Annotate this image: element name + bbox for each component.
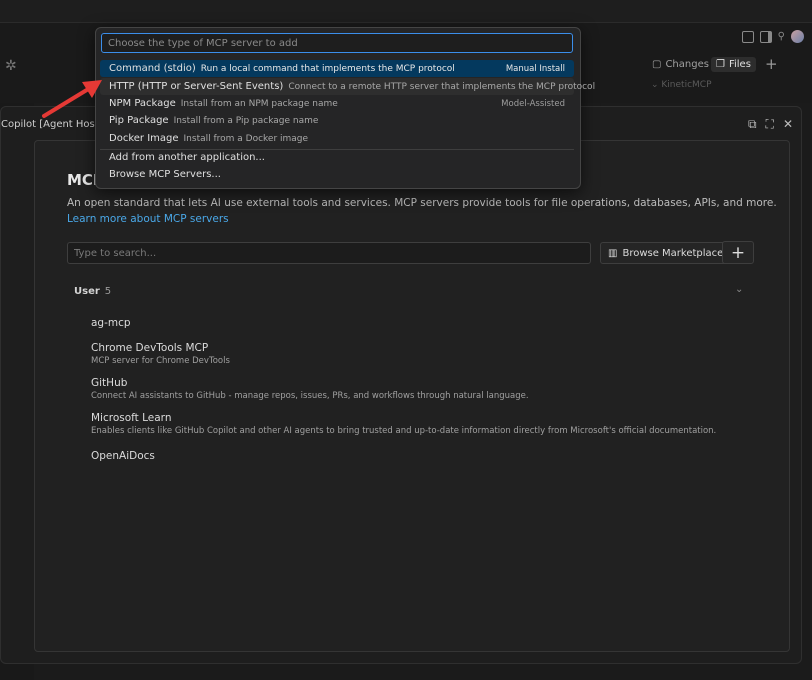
sidebar-icon[interactable] [759,30,772,43]
learn-more-link[interactable]: Learn more about MCP servers [67,213,229,225]
server-name: OpenAiDocs [91,450,155,462]
arrow-annotation [42,80,102,118]
right-panel-tabs: ▢ Changes ❐ Files + ⌄ KineticMCP [643,55,812,100]
mcp-servers-view: MCP An open standard that lets AI use ex… [34,140,790,652]
server-name: ag-mcp [91,317,131,329]
server-name: GitHub [91,377,128,389]
mcp-description: An open standard that lets AI use extern… [67,197,777,209]
mcp-type-quick-pick: Command (stdio) Run a local command that… [95,27,595,189]
option-desc: Install from an NPM package name [180,98,338,109]
option-add-from-application[interactable]: Add from another application... [100,149,574,166]
open-in-window-icon[interactable]: ⧉ [748,117,757,132]
files-icon: ❐ [716,59,725,70]
option-label: Docker Image [109,133,179,144]
option-command-stdio[interactable]: Command (stdio) Run a local command that… [100,60,574,77]
server-name: Chrome DevTools MCP [91,342,209,354]
option-label: Command (stdio) [109,63,196,74]
editor-panel: Copilot [Agent Host] ⧉ ⛶ ✕ MCP An open s… [0,106,802,664]
editor-window-actions: ⧉ ⛶ ✕ [748,117,793,132]
tab-files-label: Files [728,59,751,70]
avatar[interactable] [791,30,804,43]
server-item[interactable]: Chrome DevTools MCP MCP server for Chrom… [91,342,230,366]
group-header-user[interactable]: User 5 [74,286,111,297]
quick-pick-input[interactable] [101,33,573,53]
server-name: Microsoft Learn [91,412,172,424]
close-icon[interactable]: ✕ [783,117,793,132]
server-item[interactable]: ag-mcp [91,317,131,329]
server-item[interactable]: Microsoft Learn Enables clients like Git… [91,412,716,436]
tab-changes[interactable]: ▢ Changes [647,57,714,72]
option-label: Browse MCP Servers... [109,169,221,180]
option-desc: Run a local command that implements the … [200,63,455,74]
layout-icon[interactable] [741,30,754,43]
server-desc: MCP server for Chrome DevTools [91,356,230,366]
option-meta: Manual Install [505,63,565,74]
option-desc: Connect to a remote HTTP server that imp… [288,81,596,92]
title-bar-actions: ⚲ [741,30,804,43]
browse-marketplace-button[interactable]: ▥ Browse Marketplace [600,242,732,264]
option-docker-image[interactable]: Docker Image Install from a Docker image [100,130,574,147]
option-meta: Model-Assisted [501,98,565,109]
copilot-icon: ✲ [5,58,17,74]
search-input[interactable] [67,242,591,264]
browse-marketplace-label: Browse Marketplace [622,247,724,259]
option-label: HTTP (HTTP or Server-Sent Events) [109,81,284,92]
tab-changes-label: Changes [665,59,709,70]
server-item[interactable]: GitHub Connect AI assistants to GitHub -… [91,377,529,401]
title-bar [0,0,812,23]
option-label: NPM Package [109,98,176,109]
workspace-name: KineticMCP [661,80,712,90]
server-desc: Connect AI assistants to GitHub - manage… [91,391,529,401]
tab-files[interactable]: ❐ Files [711,57,756,72]
option-http[interactable]: HTTP (HTTP or Server-Sent Events) Connec… [100,78,595,95]
group-count: 5 [104,286,112,297]
server-item[interactable]: OpenAiDocs [91,450,155,462]
plus-icon[interactable]: + [765,55,778,73]
option-browse-mcp-servers[interactable]: Browse MCP Servers... [100,166,574,183]
option-npm-package[interactable]: NPM Package Install from an NPM package … [100,95,574,112]
option-desc: Install from a Pip package name [173,115,319,126]
group-label: User [74,286,100,297]
option-desc: Install from a Docker image [183,133,309,144]
remote-icon[interactable]: ⚲ [778,31,785,42]
library-icon: ▥ [608,247,618,259]
option-pip-package[interactable]: Pip Package Install from a Pip package n… [100,112,574,129]
option-label: Pip Package [109,115,169,126]
maximize-icon[interactable]: ⛶ [766,117,774,132]
changes-icon: ▢ [652,59,662,70]
server-desc: Enables clients like GitHub Copilot and … [91,426,717,436]
add-server-button[interactable]: + [722,241,754,264]
workspace-tree-item[interactable]: ⌄ KineticMCP [651,80,712,90]
chevron-down-icon[interactable]: ⌄ [735,284,743,295]
option-label: Add from another application... [109,152,265,163]
